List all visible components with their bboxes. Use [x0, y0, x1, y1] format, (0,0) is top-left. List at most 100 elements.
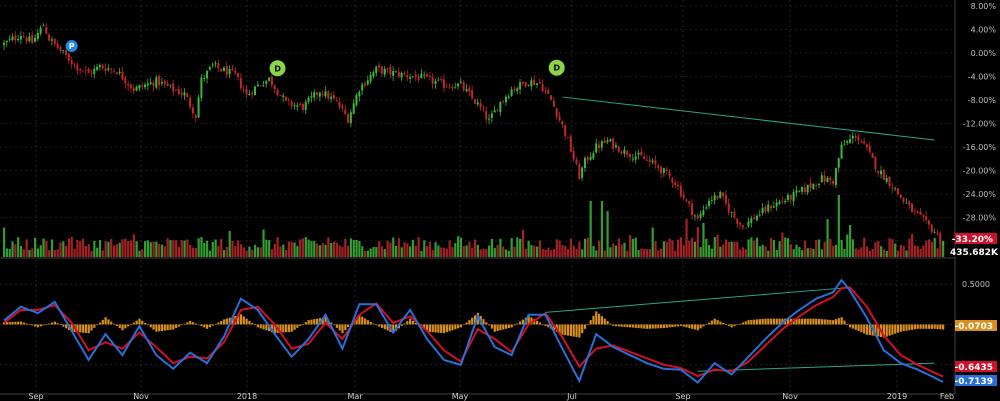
candle-body: [31, 35, 34, 43]
histogram-bar: [81, 324, 85, 333]
marker-d[interactable]: D: [269, 60, 286, 77]
histogram-bar: [820, 319, 823, 325]
histogram-bar: [676, 324, 680, 327]
volume-bar: [634, 237, 637, 257]
histogram-bar: [679, 324, 682, 326]
candle-body: [200, 77, 203, 98]
volume-bar: [685, 219, 688, 257]
volume-bar: [710, 248, 714, 257]
candle-body: [84, 69, 87, 71]
histogram-bar: [214, 324, 217, 325]
candle-body: [817, 183, 820, 186]
histogram-bar: [141, 320, 144, 325]
histogram-bar: [744, 321, 747, 325]
volume-bar: [502, 246, 505, 257]
candle-body: [569, 136, 572, 152]
histogram-bar: [48, 323, 51, 325]
histogram-bar: [747, 320, 750, 325]
volume-bar: [572, 245, 575, 257]
volume-bar: [442, 247, 446, 257]
candle-body: [121, 71, 124, 80]
candle-body: [781, 201, 784, 203]
candle-body: [891, 187, 894, 189]
histogram-bar: [764, 318, 767, 325]
volume-bar: [507, 250, 510, 257]
marker-p[interactable]: P: [65, 39, 78, 52]
candle-body: [764, 206, 767, 212]
candle-body: [755, 215, 758, 221]
volume-bar: [713, 237, 716, 257]
candle-body: [854, 136, 857, 138]
volume-bar: [431, 249, 434, 257]
volume-bar: [459, 237, 463, 257]
stock-chart[interactable]: P D D 8.00% 4.00% 0.00% -4.00% -8.00% -12.00% -1…: [0, 0, 1000, 401]
candle-body: [710, 200, 713, 201]
volume-bar: [927, 239, 931, 257]
volume-bar: [380, 246, 384, 257]
candle-body: [448, 86, 451, 88]
histogram-bar: [144, 323, 147, 325]
candle-body: [107, 68, 110, 70]
candle-body: [276, 90, 279, 95]
volume-bar: [911, 233, 914, 257]
volume-bar: [234, 245, 237, 257]
volume-bar: [510, 238, 513, 257]
candle-body: [423, 74, 426, 76]
histogram-bar: [338, 324, 341, 331]
volume-bar: [854, 248, 857, 257]
volume-bar: [660, 248, 663, 257]
volume-bar: [132, 234, 135, 257]
volume-bar: [600, 201, 604, 257]
candle-body: [927, 220, 930, 225]
histogram-bar: [708, 322, 711, 325]
histogram-bar: [629, 324, 632, 328]
candle-body: [922, 215, 925, 218]
candle-body: [48, 34, 51, 41]
histogram-bar: [301, 323, 305, 325]
candle-body: [87, 68, 90, 73]
histogram-bar: [34, 324, 37, 327]
histogram-bar: [544, 324, 547, 326]
histogram-bar: [662, 324, 666, 329]
histogram-bar: [826, 319, 829, 325]
volume-bar: [792, 249, 795, 257]
candle-body: [341, 105, 344, 109]
candle-body: [262, 85, 265, 87]
candle-body: [138, 85, 141, 89]
volume-bar: [631, 238, 635, 257]
volume-bar: [555, 239, 558, 257]
volume-bar: [270, 249, 274, 257]
volume-bar: [789, 244, 792, 257]
candle-body: [214, 63, 217, 65]
candle-body: [411, 76, 414, 78]
histogram-bar: [583, 324, 587, 329]
candle-body: [378, 65, 381, 68]
candle-body: [595, 143, 598, 153]
volume-bar: [488, 245, 491, 257]
histogram-bar: [107, 319, 110, 325]
volume-bar: [434, 242, 437, 257]
volume-bar: [730, 241, 733, 257]
volume-bar: [5, 248, 9, 257]
volume-bar: [513, 246, 516, 257]
candle-body: [908, 201, 911, 205]
volume-bar: [426, 246, 429, 257]
candle-body: [513, 89, 516, 91]
histogram-bar: [265, 324, 268, 331]
marker-d[interactable]: D: [548, 59, 565, 76]
volume-bar: [200, 237, 203, 257]
volume-bar: [191, 247, 195, 257]
volume-bar: [942, 240, 945, 257]
histogram-bar: [643, 324, 646, 329]
histogram-bar: [375, 324, 378, 326]
histogram-bar: [913, 324, 917, 330]
histogram-bar: [496, 324, 499, 331]
volume-bar: [612, 243, 615, 257]
candle-body: [149, 82, 152, 84]
candle-body: [834, 168, 837, 186]
candle-body: [600, 141, 603, 148]
candle-body: [575, 159, 578, 164]
volume-tag: 435.682K: [950, 248, 999, 258]
candle-body: [485, 110, 488, 120]
candle-body: [798, 190, 801, 192]
